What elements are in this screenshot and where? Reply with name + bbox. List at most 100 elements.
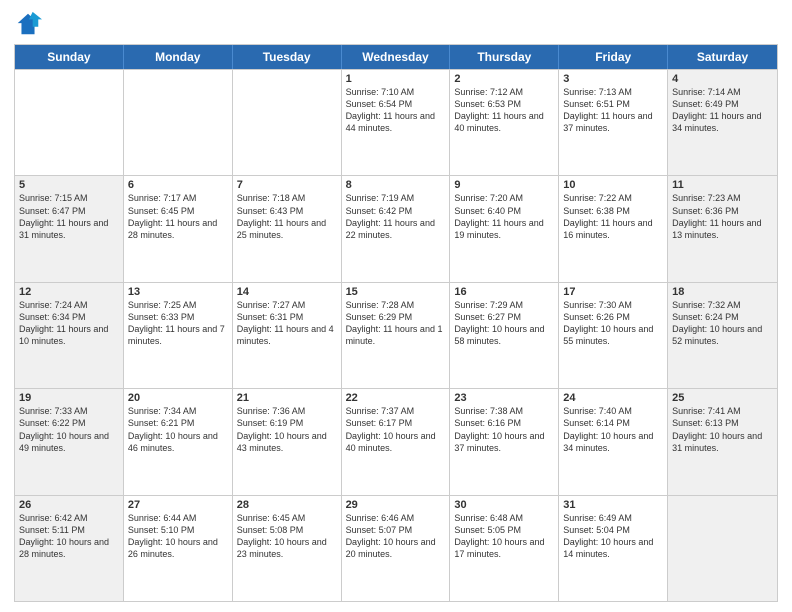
day-info: Sunrise: 7:41 AM Sunset: 6:13 PM Dayligh… [672, 405, 773, 454]
calendar-cell-r0-c3: 1Sunrise: 7:10 AM Sunset: 6:54 PM Daylig… [342, 70, 451, 175]
day-info: Sunrise: 7:25 AM Sunset: 6:33 PM Dayligh… [128, 299, 228, 348]
day-number: 4 [672, 73, 773, 85]
day-number: 21 [237, 392, 337, 404]
calendar-cell-r3-c5: 24Sunrise: 7:40 AM Sunset: 6:14 PM Dayli… [559, 389, 668, 494]
weekday-header-wednesday: Wednesday [342, 45, 451, 69]
day-info: Sunrise: 7:22 AM Sunset: 6:38 PM Dayligh… [563, 192, 663, 241]
day-number: 25 [672, 392, 773, 404]
calendar-cell-r1-c3: 8Sunrise: 7:19 AM Sunset: 6:42 PM Daylig… [342, 176, 451, 281]
calendar-cell-r4-c1: 27Sunrise: 6:44 AM Sunset: 5:10 PM Dayli… [124, 496, 233, 601]
day-number: 20 [128, 392, 228, 404]
calendar-cell-r2-c5: 17Sunrise: 7:30 AM Sunset: 6:26 PM Dayli… [559, 283, 668, 388]
day-number: 7 [237, 179, 337, 191]
day-number: 27 [128, 499, 228, 511]
calendar-cell-r1-c1: 6Sunrise: 7:17 AM Sunset: 6:45 PM Daylig… [124, 176, 233, 281]
day-info: Sunrise: 7:23 AM Sunset: 6:36 PM Dayligh… [672, 192, 773, 241]
weekday-header-friday: Friday [559, 45, 668, 69]
day-number: 13 [128, 286, 228, 298]
calendar-cell-r1-c2: 7Sunrise: 7:18 AM Sunset: 6:43 PM Daylig… [233, 176, 342, 281]
day-info: Sunrise: 7:15 AM Sunset: 6:47 PM Dayligh… [19, 192, 119, 241]
day-number: 15 [346, 286, 446, 298]
calendar-cell-r2-c2: 14Sunrise: 7:27 AM Sunset: 6:31 PM Dayli… [233, 283, 342, 388]
calendar-cell-r4-c4: 30Sunrise: 6:48 AM Sunset: 5:05 PM Dayli… [450, 496, 559, 601]
day-info: Sunrise: 7:34 AM Sunset: 6:21 PM Dayligh… [128, 405, 228, 454]
calendar-cell-r0-c2 [233, 70, 342, 175]
calendar-cell-r3-c2: 21Sunrise: 7:36 AM Sunset: 6:19 PM Dayli… [233, 389, 342, 494]
day-number: 11 [672, 179, 773, 191]
calendar-body: 1Sunrise: 7:10 AM Sunset: 6:54 PM Daylig… [15, 69, 777, 601]
weekday-header-monday: Monday [124, 45, 233, 69]
calendar-cell-r0-c0 [15, 70, 124, 175]
day-info: Sunrise: 7:18 AM Sunset: 6:43 PM Dayligh… [237, 192, 337, 241]
day-number: 12 [19, 286, 119, 298]
day-number: 10 [563, 179, 663, 191]
calendar-cell-r2-c4: 16Sunrise: 7:29 AM Sunset: 6:27 PM Dayli… [450, 283, 559, 388]
day-info: Sunrise: 7:10 AM Sunset: 6:54 PM Dayligh… [346, 86, 446, 135]
calendar-cell-r3-c6: 25Sunrise: 7:41 AM Sunset: 6:13 PM Dayli… [668, 389, 777, 494]
day-info: Sunrise: 7:29 AM Sunset: 6:27 PM Dayligh… [454, 299, 554, 348]
calendar-cell-r3-c3: 22Sunrise: 7:37 AM Sunset: 6:17 PM Dayli… [342, 389, 451, 494]
calendar-row-3: 19Sunrise: 7:33 AM Sunset: 6:22 PM Dayli… [15, 388, 777, 494]
calendar-cell-r4-c5: 31Sunrise: 6:49 AM Sunset: 5:04 PM Dayli… [559, 496, 668, 601]
day-number: 8 [346, 179, 446, 191]
weekday-header-saturday: Saturday [668, 45, 777, 69]
calendar-cell-r3-c1: 20Sunrise: 7:34 AM Sunset: 6:21 PM Dayli… [124, 389, 233, 494]
day-info: Sunrise: 6:49 AM Sunset: 5:04 PM Dayligh… [563, 512, 663, 561]
calendar-cell-r4-c2: 28Sunrise: 6:45 AM Sunset: 5:08 PM Dayli… [233, 496, 342, 601]
day-info: Sunrise: 7:27 AM Sunset: 6:31 PM Dayligh… [237, 299, 337, 348]
day-number: 1 [346, 73, 446, 85]
calendar-cell-r1-c0: 5Sunrise: 7:15 AM Sunset: 6:47 PM Daylig… [15, 176, 124, 281]
calendar-cell-r2-c0: 12Sunrise: 7:24 AM Sunset: 6:34 PM Dayli… [15, 283, 124, 388]
day-info: Sunrise: 7:36 AM Sunset: 6:19 PM Dayligh… [237, 405, 337, 454]
calendar-cell-r0-c4: 2Sunrise: 7:12 AM Sunset: 6:53 PM Daylig… [450, 70, 559, 175]
day-info: Sunrise: 7:24 AM Sunset: 6:34 PM Dayligh… [19, 299, 119, 348]
calendar-cell-r1-c6: 11Sunrise: 7:23 AM Sunset: 6:36 PM Dayli… [668, 176, 777, 281]
calendar-cell-r2-c3: 15Sunrise: 7:28 AM Sunset: 6:29 PM Dayli… [342, 283, 451, 388]
day-number: 31 [563, 499, 663, 511]
calendar-row-4: 26Sunrise: 6:42 AM Sunset: 5:11 PM Dayli… [15, 495, 777, 601]
day-number: 6 [128, 179, 228, 191]
day-info: Sunrise: 7:13 AM Sunset: 6:51 PM Dayligh… [563, 86, 663, 135]
calendar-cell-r2-c1: 13Sunrise: 7:25 AM Sunset: 6:33 PM Dayli… [124, 283, 233, 388]
calendar-cell-r2-c6: 18Sunrise: 7:32 AM Sunset: 6:24 PM Dayli… [668, 283, 777, 388]
day-info: Sunrise: 6:42 AM Sunset: 5:11 PM Dayligh… [19, 512, 119, 561]
calendar-row-0: 1Sunrise: 7:10 AM Sunset: 6:54 PM Daylig… [15, 69, 777, 175]
day-info: Sunrise: 6:44 AM Sunset: 5:10 PM Dayligh… [128, 512, 228, 561]
day-info: Sunrise: 7:32 AM Sunset: 6:24 PM Dayligh… [672, 299, 773, 348]
calendar-cell-r4-c6 [668, 496, 777, 601]
day-info: Sunrise: 7:38 AM Sunset: 6:16 PM Dayligh… [454, 405, 554, 454]
day-info: Sunrise: 7:14 AM Sunset: 6:49 PM Dayligh… [672, 86, 773, 135]
calendar-cell-r3-c0: 19Sunrise: 7:33 AM Sunset: 6:22 PM Dayli… [15, 389, 124, 494]
day-number: 14 [237, 286, 337, 298]
weekday-header-sunday: Sunday [15, 45, 124, 69]
calendar-cell-r4-c3: 29Sunrise: 6:46 AM Sunset: 5:07 PM Dayli… [342, 496, 451, 601]
day-number: 30 [454, 499, 554, 511]
day-number: 5 [19, 179, 119, 191]
page: SundayMondayTuesdayWednesdayThursdayFrid… [0, 0, 792, 612]
day-info: Sunrise: 6:45 AM Sunset: 5:08 PM Dayligh… [237, 512, 337, 561]
calendar-header: SundayMondayTuesdayWednesdayThursdayFrid… [15, 45, 777, 69]
weekday-header-tuesday: Tuesday [233, 45, 342, 69]
calendar-cell-r1-c5: 10Sunrise: 7:22 AM Sunset: 6:38 PM Dayli… [559, 176, 668, 281]
calendar-row-2: 12Sunrise: 7:24 AM Sunset: 6:34 PM Dayli… [15, 282, 777, 388]
day-number: 19 [19, 392, 119, 404]
calendar-row-1: 5Sunrise: 7:15 AM Sunset: 6:47 PM Daylig… [15, 175, 777, 281]
day-info: Sunrise: 7:33 AM Sunset: 6:22 PM Dayligh… [19, 405, 119, 454]
day-info: Sunrise: 7:12 AM Sunset: 6:53 PM Dayligh… [454, 86, 554, 135]
day-info: Sunrise: 7:37 AM Sunset: 6:17 PM Dayligh… [346, 405, 446, 454]
day-number: 24 [563, 392, 663, 404]
calendar-cell-r1-c4: 9Sunrise: 7:20 AM Sunset: 6:40 PM Daylig… [450, 176, 559, 281]
day-number: 26 [19, 499, 119, 511]
day-info: Sunrise: 7:28 AM Sunset: 6:29 PM Dayligh… [346, 299, 446, 348]
day-info: Sunrise: 6:48 AM Sunset: 5:05 PM Dayligh… [454, 512, 554, 561]
calendar-cell-r3-c4: 23Sunrise: 7:38 AM Sunset: 6:16 PM Dayli… [450, 389, 559, 494]
day-number: 18 [672, 286, 773, 298]
logo [14, 10, 46, 38]
calendar-cell-r0-c5: 3Sunrise: 7:13 AM Sunset: 6:51 PM Daylig… [559, 70, 668, 175]
calendar-cell-r4-c0: 26Sunrise: 6:42 AM Sunset: 5:11 PM Dayli… [15, 496, 124, 601]
day-number: 29 [346, 499, 446, 511]
day-info: Sunrise: 7:19 AM Sunset: 6:42 PM Dayligh… [346, 192, 446, 241]
calendar: SundayMondayTuesdayWednesdayThursdayFrid… [14, 44, 778, 602]
logo-icon [14, 10, 42, 38]
calendar-cell-r0-c6: 4Sunrise: 7:14 AM Sunset: 6:49 PM Daylig… [668, 70, 777, 175]
